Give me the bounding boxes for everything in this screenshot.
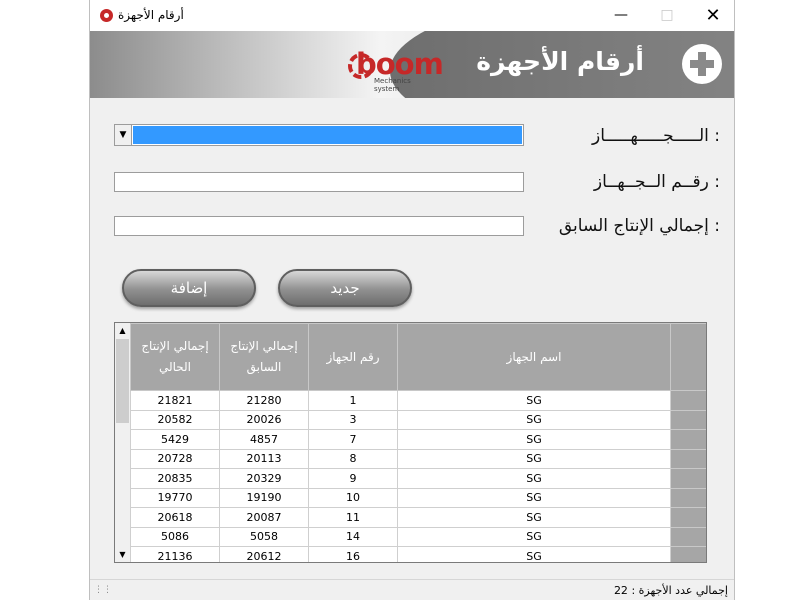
app-logo-icon xyxy=(100,9,113,22)
window-title: أرقام الأجهزة xyxy=(118,8,184,22)
cell-device-name[interactable]: SG xyxy=(397,507,671,528)
cell-previous-total[interactable]: 5058 xyxy=(219,526,309,547)
cell-device-number[interactable]: 16 xyxy=(308,546,398,562)
table-row[interactable]: 20728 20113 8 SG xyxy=(130,448,706,469)
banner-title: أرقام الأجهزة xyxy=(476,47,644,76)
cell-device-number[interactable]: 3 xyxy=(308,409,398,430)
row-header[interactable] xyxy=(670,546,706,562)
cell-device-name[interactable]: SG xyxy=(397,409,671,430)
maximize-button[interactable]: □ xyxy=(644,0,690,31)
row-header[interactable] xyxy=(670,429,706,450)
devices-table: إجمالي الإنتاج الحالي إجمالي الإنتاج الس… xyxy=(130,323,706,562)
cell-device-number[interactable]: 10 xyxy=(308,487,398,508)
device-combobox[interactable]: ▼ xyxy=(114,124,524,146)
cell-previous-total[interactable]: 19190 xyxy=(219,487,309,508)
logo-subtext: Mechanics system xyxy=(374,77,411,93)
status-total-label: إجمالي عدد الأجهزة : xyxy=(631,584,728,597)
cell-current-total[interactable]: 21821 xyxy=(130,390,220,411)
header-corner xyxy=(670,323,706,391)
cell-current-total[interactable]: 21136 xyxy=(130,546,220,562)
table-row[interactable]: 20618 20087 11 SG xyxy=(130,507,706,528)
cell-current-total[interactable]: 20728 xyxy=(130,448,220,469)
cell-device-name[interactable]: SG xyxy=(397,526,671,547)
row-header[interactable] xyxy=(670,468,706,489)
plus-circle-icon xyxy=(682,44,722,84)
cell-current-total[interactable]: 20835 xyxy=(130,468,220,489)
header-device-name[interactable]: اسم الجهاز xyxy=(397,323,671,391)
previous-total-field[interactable] xyxy=(114,216,524,236)
cell-previous-total[interactable]: 20087 xyxy=(219,507,309,528)
cell-device-number[interactable]: 1 xyxy=(308,390,398,411)
device-number-label: : رقــم الــجــهــاز xyxy=(593,172,720,192)
row-header[interactable] xyxy=(670,507,706,528)
new-button[interactable]: جديد xyxy=(278,269,412,307)
cell-previous-total[interactable]: 20113 xyxy=(219,448,309,469)
logo-wordmark: boom xyxy=(356,47,444,81)
device-selected-value[interactable] xyxy=(133,126,522,144)
row-header[interactable] xyxy=(670,409,706,430)
main-window: أرقام الأجهزة — □ ✕ boom Mechanics syste… xyxy=(89,0,735,600)
minimize-icon: — xyxy=(614,7,628,23)
cell-device-number[interactable]: 9 xyxy=(308,468,398,489)
status-total-value: 22 xyxy=(613,584,628,597)
cell-current-total[interactable]: 20618 xyxy=(130,507,220,528)
cell-previous-total[interactable]: 20612 xyxy=(219,546,309,562)
previous-total-label: : إجمالي الإنتاج السابق xyxy=(558,216,720,236)
table-row[interactable]: 21821 21280 1 SG xyxy=(130,390,706,411)
header-current-total[interactable]: إجمالي الإنتاج الحالي xyxy=(130,323,220,391)
cell-device-number[interactable]: 11 xyxy=(308,507,398,528)
status-total-devices: إجمالي عدد الأجهزة : 22 xyxy=(614,584,728,597)
row-header[interactable] xyxy=(670,448,706,469)
add-button[interactable]: إضافة xyxy=(122,269,256,307)
devices-grid[interactable]: ▲ ▼ إجمالي الإنتاج الحالي إجمالي الإنتاج… xyxy=(114,322,707,563)
table-row[interactable]: 20582 20026 3 SG xyxy=(130,409,706,430)
cell-previous-total[interactable]: 20329 xyxy=(219,468,309,489)
dropdown-arrow-icon[interactable]: ▼ xyxy=(115,125,132,145)
resize-grip-icon[interactable]: ⋮⋮ xyxy=(94,585,112,595)
close-button[interactable]: ✕ xyxy=(690,0,736,31)
row-header[interactable] xyxy=(670,487,706,508)
row-header[interactable] xyxy=(670,390,706,411)
minimize-button[interactable]: — xyxy=(598,0,644,31)
scroll-thumb[interactable] xyxy=(116,339,129,423)
device-number-field[interactable] xyxy=(114,172,524,192)
close-icon: ✕ xyxy=(705,5,721,26)
status-bar: ⋮⋮ إجمالي عدد الأجهزة : 22 xyxy=(90,579,734,600)
cell-device-name[interactable]: SG xyxy=(397,390,671,411)
cell-previous-total[interactable]: 20026 xyxy=(219,409,309,430)
table-row[interactable]: 21136 20612 16 SG xyxy=(130,546,706,562)
cell-device-number[interactable]: 14 xyxy=(308,526,398,547)
cell-device-number[interactable]: 8 xyxy=(308,448,398,469)
device-label: : الـــــجـــــهـــــاز xyxy=(592,126,720,146)
header-previous-total[interactable]: إجمالي الإنتاج السابق xyxy=(219,323,309,391)
cell-current-total[interactable]: 19770 xyxy=(130,487,220,508)
cell-device-name[interactable]: SG xyxy=(397,429,671,450)
cell-device-name[interactable]: SG xyxy=(397,468,671,489)
cell-current-total[interactable]: 20582 xyxy=(130,409,220,430)
cell-previous-total[interactable]: 21280 xyxy=(219,390,309,411)
table-row[interactable]: 5086 5058 14 SG xyxy=(130,526,706,547)
title-bar[interactable]: أرقام الأجهزة — □ ✕ xyxy=(90,0,734,31)
scroll-up-icon[interactable]: ▲ xyxy=(115,323,130,338)
header-banner: boom Mechanics system أرقام الأجهزة xyxy=(90,31,734,98)
brand-logo: boom Mechanics system xyxy=(348,43,444,93)
table-row[interactable]: 19770 19190 10 SG xyxy=(130,487,706,508)
cell-previous-total[interactable]: 4857 xyxy=(219,429,309,450)
row-header[interactable] xyxy=(670,526,706,547)
cell-device-number[interactable]: 7 xyxy=(308,429,398,450)
table-row[interactable]: 5429 4857 7 SG xyxy=(130,429,706,450)
cell-device-name[interactable]: SG xyxy=(397,546,671,562)
table-row[interactable]: 20835 20329 9 SG xyxy=(130,468,706,489)
header-device-number[interactable]: رقم الجهاز xyxy=(308,323,398,391)
cell-device-name[interactable]: SG xyxy=(397,487,671,508)
vertical-scrollbar[interactable]: ▲ ▼ xyxy=(115,323,131,562)
cell-current-total[interactable]: 5086 xyxy=(130,526,220,547)
cell-current-total[interactable]: 5429 xyxy=(130,429,220,450)
table-header-row: إجمالي الإنتاج الحالي إجمالي الإنتاج الس… xyxy=(130,323,706,391)
cell-device-name[interactable]: SG xyxy=(397,448,671,469)
maximize-icon: □ xyxy=(660,7,674,23)
scroll-down-icon[interactable]: ▼ xyxy=(115,547,130,562)
